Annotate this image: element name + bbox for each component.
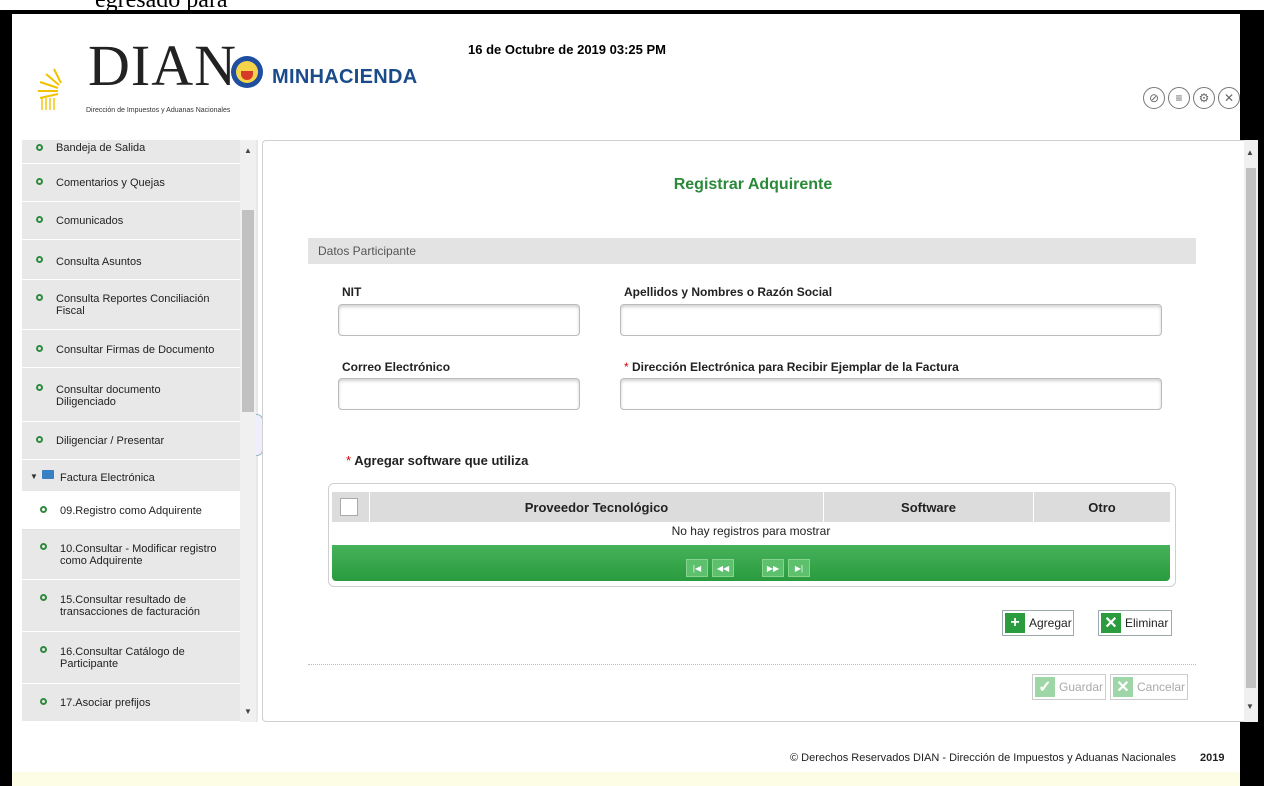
header-datetime: 16 de Octubre de 2019 03:25 PM	[468, 42, 666, 57]
sidebar-item-bandeja-salida[interactable]: Bandeja de Salida	[22, 140, 240, 164]
close-icon[interactable]: ✕	[1218, 87, 1240, 109]
check-icon: ✓	[1035, 677, 1055, 697]
next-page-icon[interactable]: ▶▶	[762, 559, 784, 577]
sidebar-menu: Bandeja de Salida Comentarios y Quejas C…	[22, 140, 258, 722]
sidebar-item-registro-adquirente[interactable]: 09.Registro como Adquirente	[22, 492, 240, 530]
correo-input[interactable]	[338, 378, 580, 410]
sidebar-item-diligenciar-presentar[interactable]: Diligenciar / Presentar	[22, 422, 240, 460]
bullet-icon	[40, 506, 47, 513]
colombia-seal-icon	[230, 54, 264, 90]
required-marker: *	[346, 453, 352, 468]
sidebar-item-consultar-modificar[interactable]: 10.Consultar - Modificar registro como A…	[22, 530, 240, 580]
footer	[12, 722, 1240, 772]
footer-copyright: © Derechos Reservados DIAN - Dirección d…	[790, 752, 1176, 764]
frame-left-border	[0, 12, 12, 786]
select-all-checkbox[interactable]	[340, 498, 358, 516]
bullet-icon	[36, 294, 43, 301]
footer-year: 2019	[1200, 752, 1225, 764]
required-marker: *	[624, 360, 629, 374]
nombre-input[interactable]	[620, 304, 1162, 336]
grid-header-otro[interactable]: Otro	[1034, 492, 1170, 522]
dian-sun-icon	[38, 42, 94, 118]
bullet-icon	[36, 345, 43, 352]
direccion-label: * Dirección Electrónica para Recibir Eje…	[624, 360, 959, 374]
bullet-icon	[40, 698, 47, 705]
scroll-up-icon[interactable]: ▲	[244, 146, 252, 155]
scroll-down-icon[interactable]: ▼	[1246, 702, 1254, 711]
page-title: Registrar Adquirente	[673, 176, 833, 193]
software-label: * Agregar software que utiliza	[346, 453, 529, 468]
sidebar-item-conciliacion-fiscal[interactable]: Consulta Reportes Conciliación Fiscal	[22, 280, 240, 330]
bullet-icon	[40, 543, 47, 550]
eliminar-button[interactable]: ✕ Eliminar	[1098, 610, 1172, 636]
section-header: Datos Participante	[308, 238, 1196, 264]
bullet-icon	[36, 384, 43, 391]
guardar-button[interactable]: ✓ Guardar	[1032, 674, 1106, 700]
dian-logo-text: DIAN	[88, 33, 237, 98]
divider	[308, 664, 1196, 665]
x-icon: ✕	[1101, 613, 1121, 633]
sidebar-item-comunicados[interactable]: Comunicados	[22, 202, 240, 240]
settings-icon[interactable]: ⚙	[1193, 87, 1215, 109]
sidebar-item-consulta-asuntos[interactable]: Consulta Asuntos	[22, 240, 240, 280]
sidebar-item-asociar-prefijos[interactable]: 17.Asociar prefijos	[22, 684, 240, 722]
caret-down-icon: ▼	[30, 472, 38, 481]
nombre-label: Apellidos y Nombres o Razón Social	[624, 285, 833, 299]
bullet-icon	[36, 436, 43, 443]
cancelar-button[interactable]: ✕ Cancelar	[1110, 674, 1188, 700]
main-scrollbar-thumb[interactable]	[1246, 168, 1256, 688]
sidebar-item-comentarios[interactable]: Comentarios y Quejas	[22, 164, 240, 202]
sidebar-item-resultado-transacciones[interactable]: 15.Consultar resultado de transacciones …	[22, 580, 240, 632]
prev-page-icon[interactable]: ◀◀	[712, 559, 734, 577]
nit-label: NIT	[342, 285, 362, 299]
bullet-icon	[36, 144, 43, 151]
bullet-icon	[36, 216, 43, 223]
sidebar-item-firmas-documento[interactable]: Consultar Firmas de Documento	[22, 330, 240, 368]
sidebar-scrollbar-thumb[interactable]	[242, 210, 254, 412]
pin-icon[interactable]: ⊘	[1143, 87, 1165, 109]
grid-header-software[interactable]: Software	[824, 492, 1034, 522]
correo-label: Correo Electrónico	[342, 360, 451, 374]
bullet-icon	[40, 646, 47, 653]
sidebar-item-documento-diligenciado[interactable]: Consultar documento Diligenciado	[22, 368, 240, 422]
agregar-button[interactable]: + Agregar	[1002, 610, 1074, 636]
direccion-input[interactable]	[620, 378, 1162, 410]
list-icon[interactable]: ≡	[1168, 87, 1190, 109]
dian-logo-subtitle: Dirección de Impuestos y Aduanas Naciona…	[86, 107, 231, 114]
nit-input[interactable]	[338, 304, 580, 336]
grid-pager	[332, 545, 1170, 581]
scroll-up-icon[interactable]: ▲	[1246, 148, 1254, 157]
scroll-down-icon[interactable]: ▼	[244, 707, 252, 716]
last-page-icon[interactable]: ▶|	[788, 559, 810, 577]
bullet-icon	[40, 594, 47, 601]
folder-icon	[42, 470, 54, 479]
sidebar-folder-factura-electronica[interactable]: ▼ Factura Electrónica	[22, 460, 240, 492]
grid-header-proveedor[interactable]: Proveedor Tecnológico	[370, 492, 824, 522]
footer-strip	[12, 772, 1240, 786]
sidebar-item-catalogo-participante[interactable]: 16.Consultar Catálogo de Participante	[22, 632, 240, 684]
plus-icon: +	[1005, 613, 1025, 633]
first-page-icon[interactable]: |◀	[686, 559, 708, 577]
x-icon: ✕	[1113, 677, 1133, 697]
grid-empty-message: No hay registros para mostrar	[671, 524, 831, 538]
ministry-name: MINHACIENDA	[272, 66, 418, 88]
bullet-icon	[36, 178, 43, 185]
bullet-icon	[36, 256, 43, 263]
